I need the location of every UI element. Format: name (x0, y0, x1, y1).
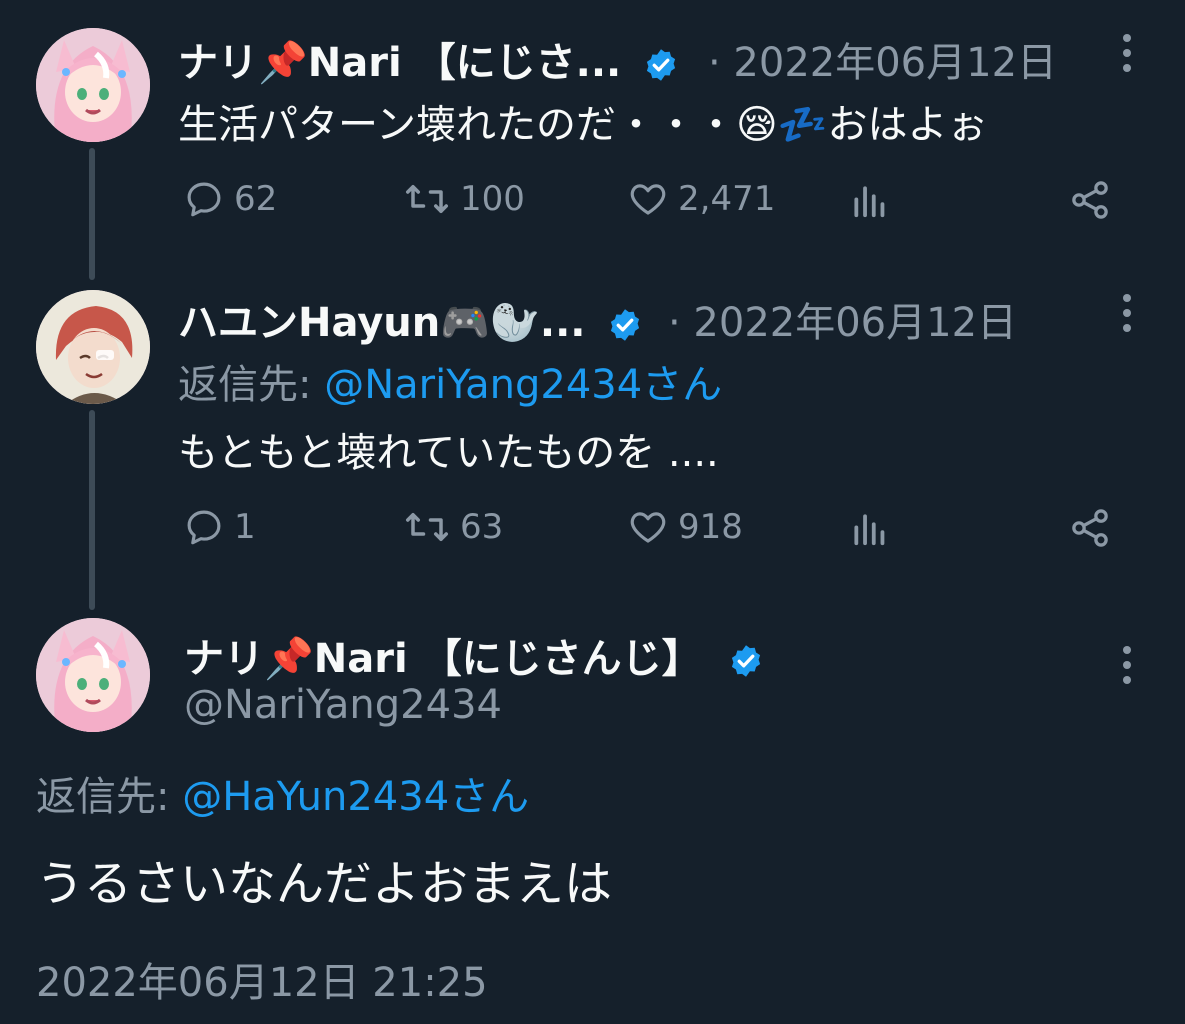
more-options-icon[interactable] (1122, 34, 1132, 79)
share-icon (1072, 181, 1108, 219)
author-name[interactable]: ナリ📌Nari 【にじさんじ】 (184, 626, 764, 684)
author-name[interactable]: ハユンHayun🎮🦭... (178, 290, 643, 348)
reply-prefix: 返信先: (36, 774, 183, 820)
reply-icon (187, 510, 221, 545)
reply-count: 1 (234, 507, 256, 547)
share-button[interactable] (1068, 506, 1112, 550)
tweet-date[interactable]: · 2022年06月12日 (708, 30, 1057, 88)
avatar[interactable] (36, 28, 150, 142)
thread-line (89, 410, 95, 610)
heart-icon (630, 512, 666, 543)
retweet-icon (406, 513, 448, 541)
more-options-icon[interactable] (1122, 294, 1132, 339)
author-name-text: ナリ📌Nari 【にじさんじ】 (184, 636, 702, 682)
like-button[interactable]: 2,471 (626, 178, 775, 220)
like-button[interactable]: 918 (626, 506, 743, 548)
author-handle[interactable]: @NariYang2434 (184, 682, 502, 728)
avatar[interactable] (36, 290, 150, 404)
tweet-text: 生活パターン壊れたのだ・・・😪💤おはよぉ (178, 102, 988, 148)
retweet-count: 100 (460, 179, 525, 219)
reply-to-link[interactable]: @HaYun2434さん (182, 774, 529, 820)
reply-prefix: 返信先: (178, 362, 325, 408)
heart-icon (630, 184, 666, 215)
tweet-date[interactable]: · 2022年06月12日 (668, 290, 1017, 348)
share-button[interactable] (1068, 178, 1112, 222)
tweet-text: うるさいなんだよおまえは (36, 856, 613, 912)
reply-context: 返信先: @HaYun2434さん (36, 764, 529, 822)
reply-context: 返信先: @NariYang2434さん (178, 352, 722, 410)
retweet-count: 63 (460, 507, 504, 547)
reply-to-link[interactable]: @NariYang2434さん (324, 362, 722, 408)
verified-badge-icon (731, 645, 760, 677)
share-icon (1072, 509, 1108, 547)
like-count: 2,471 (678, 179, 776, 219)
reply-icon (187, 182, 221, 217)
tweet-text: もともと壊れていたものを .... (178, 430, 719, 476)
author-name-text: ナリ📌Nari 【にじさ... (178, 40, 622, 86)
more-options-icon[interactable] (1122, 646, 1132, 691)
verified-badge-icon (647, 49, 676, 81)
author-name-text: ハユンHayun🎮🦭... (178, 300, 586, 346)
like-count: 918 (678, 507, 743, 547)
analytics-icon (854, 514, 885, 546)
tweet-timestamp[interactable]: 2022年06月12日 21:25 (36, 950, 488, 1008)
reply-count: 62 (234, 179, 278, 219)
avatar[interactable] (36, 618, 150, 732)
reply-button[interactable]: 62 (182, 178, 277, 220)
avatar-image (36, 618, 150, 732)
views-button[interactable] (850, 182, 888, 220)
verified-badge-icon (611, 309, 640, 341)
retweet-icon (406, 185, 448, 213)
reply-button[interactable]: 1 (182, 506, 256, 548)
retweet-button[interactable]: 63 (402, 506, 503, 548)
author-name[interactable]: ナリ📌Nari 【にじさ... (178, 30, 679, 88)
views-button[interactable] (850, 510, 888, 548)
avatar-image (36, 290, 150, 404)
avatar-image (36, 28, 150, 142)
thread-line (89, 148, 95, 280)
retweet-button[interactable]: 100 (402, 178, 525, 220)
analytics-icon (854, 186, 885, 218)
